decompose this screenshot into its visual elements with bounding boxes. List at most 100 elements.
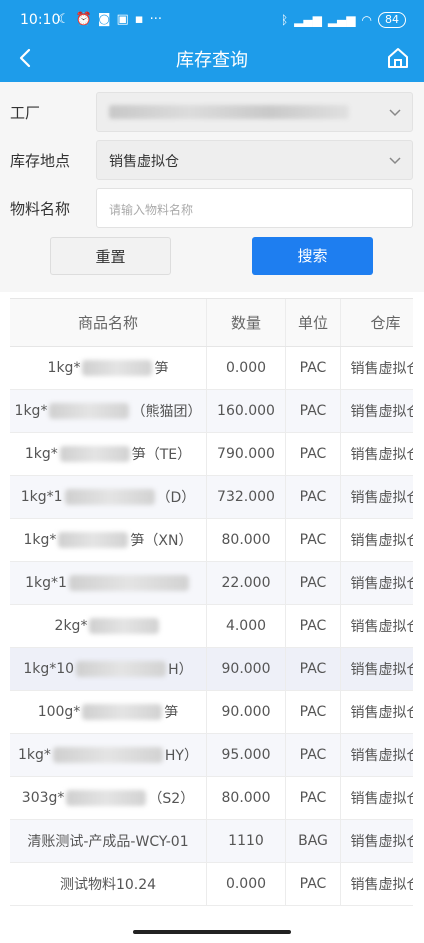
factory-label: 工厂 — [10, 104, 41, 122]
table-row[interactable]: 测试物料10.24 0.000PAC 销售虚拟仓 — [10, 863, 413, 906]
name-prefix: 2kg* — [54, 618, 88, 634]
cell-unit: PAC — [286, 476, 341, 518]
table-row[interactable]: 1kg*1 （D） 732.000PAC 销售虚拟仓 — [10, 476, 413, 519]
table-row[interactable]: 1kg* 笋 0.000PAC 销售虚拟仓 — [10, 347, 413, 390]
table-row[interactable]: 1kg*1 22.000PAC 销售虚拟仓 — [10, 562, 413, 605]
cell-unit: PAC — [286, 433, 341, 475]
cell-unit: PAC — [286, 390, 341, 432]
gesture-bar — [133, 930, 291, 934]
search-button[interactable]: 搜索 — [252, 237, 373, 275]
cell-name: 2kg* — [10, 605, 207, 647]
cell-qty: 0.000 — [207, 863, 286, 905]
cell-warehouse: 销售虚拟仓 — [350, 748, 414, 764]
cell-warehouse: 销售虚拟仓 — [350, 877, 414, 893]
cell-name: 303g* （S2） — [10, 777, 207, 819]
cell-unit: PAC — [286, 863, 341, 905]
cell-qty: 90.000 — [207, 691, 286, 733]
status-bar: 10:10 ☾ ⏰ ◙ ▣ ▪ ··· ᛒ ▂▄▆ ▂▄▆ ◠ 84 — [0, 0, 424, 40]
alarm-icon: ⏰ — [75, 12, 92, 27]
cell-name: 1kg* HY） — [10, 734, 207, 776]
table-row[interactable]: 2kg* 4.000PAC 销售虚拟仓 — [10, 605, 413, 648]
location-label: 库存地点 — [10, 152, 71, 170]
table-row[interactable]: 1kg*10 H） 90.000PAC 销售虚拟仓 — [10, 648, 413, 691]
col-header-name: 商品名称 — [10, 299, 207, 346]
cell-name: 1kg* 笋 — [10, 347, 207, 389]
name-suffix: （D） — [156, 490, 196, 506]
cell-name: 1kg*1 — [10, 562, 207, 604]
cell-warehouse: 销售虚拟仓 — [350, 576, 414, 592]
cell-qty: 95.000 — [207, 734, 286, 776]
name-prefix: 1kg* — [14, 403, 48, 419]
location-row: 库存地点 销售虚拟仓 — [0, 140, 424, 180]
battery-indicator: 84 — [378, 12, 406, 28]
cell-name: 1kg* 笋（XN） — [10, 519, 207, 561]
name-suffix: 笋（TE） — [131, 447, 192, 463]
cell-warehouse: 销售虚拟仓 — [350, 662, 414, 678]
bluetooth-icon: ᛒ — [280, 13, 289, 27]
material-name-input[interactable]: 请输入物料名称 — [96, 188, 413, 228]
wifi-icon: ◠ — [361, 13, 372, 27]
cell-name: 1kg* 笋（TE） — [10, 433, 207, 475]
cell-qty: 4.000 — [207, 605, 286, 647]
app-notify-icon-2: ▣ — [116, 12, 129, 27]
table-row[interactable]: 1kg* 笋（XN） 80.000PAC 销售虚拟仓 — [10, 519, 413, 562]
name-prefix: 1kg* — [18, 747, 51, 763]
status-time: 10:10 — [20, 12, 61, 28]
cell-unit: BAG — [286, 820, 341, 862]
cell-unit: PAC — [286, 691, 341, 733]
more-dots: ··· — [149, 12, 162, 27]
name-prefix: 1kg*10 — [23, 661, 75, 677]
name-suffix: 笋 — [154, 361, 169, 377]
material-placeholder: 请输入物料名称 — [109, 203, 194, 217]
table-row[interactable]: 1kg* （熊猫团） 160.000PAC 销售虚拟仓 — [10, 390, 413, 433]
table-row[interactable]: 1kg* HY） 95.000PAC 销售虚拟仓 — [10, 734, 413, 777]
cell-warehouse: 销售虚拟仓 — [350, 619, 414, 635]
name-prefix: 1kg* — [23, 532, 57, 548]
nav-row: 库存查询 — [0, 40, 424, 82]
table-row[interactable]: 100g* 笋 90.000PAC 销售虚拟仓 — [10, 691, 413, 734]
factory-select[interactable] — [96, 92, 413, 132]
table-row[interactable]: 303g* （S2） 80.000PAC 销售虚拟仓 — [10, 777, 413, 820]
page-title: 库存查询 — [176, 50, 248, 71]
chevron-down-icon — [389, 109, 401, 117]
cell-name: 1kg* （熊猫团） — [10, 390, 207, 432]
cell-name: 1kg*10 H） — [10, 648, 207, 690]
app-header: 10:10 ☾ ⏰ ◙ ▣ ▪ ··· ᛒ ▂▄▆ ▂▄▆ ◠ 84 库存查询 — [0, 0, 424, 82]
cell-qty: 0.000 — [207, 347, 286, 389]
col-header-qty: 数量 — [207, 299, 286, 346]
cell-warehouse: 销售虚拟仓 — [350, 834, 414, 850]
cell-qty: 90.000 — [207, 648, 286, 690]
app-notify-icon: ◙ — [97, 12, 111, 27]
cell-unit: PAC — [286, 734, 341, 776]
status-icons: ☾ ⏰ ◙ ▣ ▪ ··· — [58, 12, 162, 27]
name-suffix: 笋（XN） — [130, 533, 193, 549]
cell-warehouse: 销售虚拟仓 — [350, 361, 414, 377]
cell-warehouse: 销售虚拟仓 — [350, 533, 414, 549]
name-suffix: （熊猫团） — [131, 404, 202, 420]
cell-name: 测试物料10.24 — [10, 863, 207, 905]
table-row[interactable]: 清账测试-产成品-WCY-01 1110BAG 销售虚拟仓 — [10, 820, 413, 863]
redacted-text — [49, 403, 130, 419]
cell-qty: 22.000 — [207, 562, 286, 604]
redacted-text — [68, 575, 189, 591]
name-prefix: 测试物料10.24 — [59, 877, 157, 893]
redacted-text — [76, 661, 167, 677]
cell-warehouse: 销售虚拟仓 — [350, 791, 414, 807]
redacted-text — [64, 489, 155, 505]
table-row[interactable]: 1kg* 笋（TE） 790.000PAC 销售虚拟仓 — [10, 433, 413, 476]
cell-unit: PAC — [286, 648, 341, 690]
cell-warehouse: 销售虚拟仓 — [350, 490, 414, 506]
reset-button[interactable]: 重置 — [50, 237, 171, 275]
table-header: 商品名称 数量 单位 仓库 — [10, 299, 413, 347]
redacted-value — [109, 105, 349, 119]
signal-icon-2: ▂▄▆ — [327, 13, 356, 27]
name-prefix: 1kg* — [47, 360, 81, 376]
cell-unit: PAC — [286, 777, 341, 819]
col-header-warehouse: 仓库 — [370, 314, 401, 332]
cell-qty: 160.000 — [207, 390, 286, 432]
cell-unit: PAC — [286, 562, 341, 604]
location-select[interactable]: 销售虚拟仓 — [96, 140, 413, 180]
redacted-text — [82, 704, 163, 720]
cell-unit: PAC — [286, 347, 341, 389]
home-icon[interactable] — [384, 44, 412, 72]
